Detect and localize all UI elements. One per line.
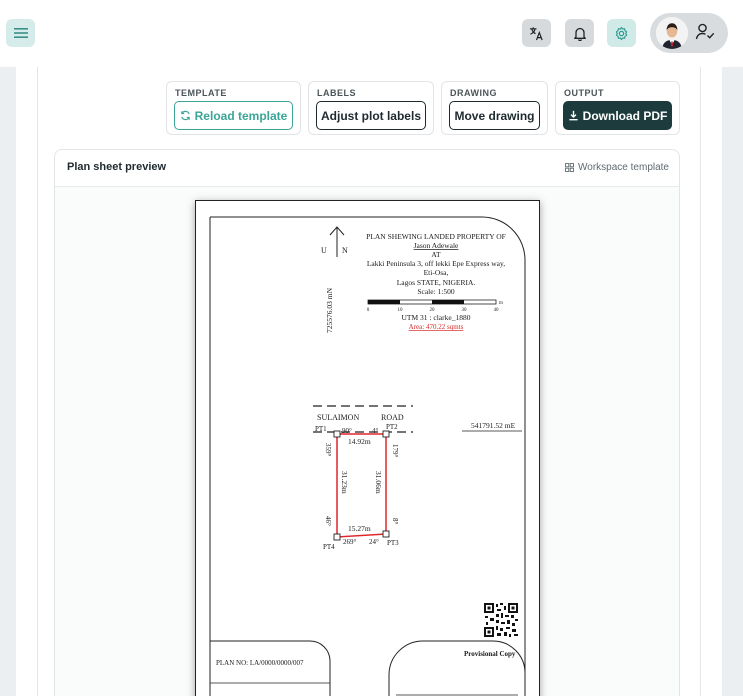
north-n: N <box>342 246 348 255</box>
refresh-icon <box>180 110 191 121</box>
download-pdf-label: Download PDF <box>582 108 668 123</box>
settings-button[interactable] <box>607 19 636 47</box>
easting-label: 541791.52 mE <box>471 421 516 430</box>
labels-group-label: LABELS <box>317 88 356 98</box>
reload-template-label: Reload template <box>194 108 288 123</box>
template-group: TEMPLATE Reload template <box>166 81 301 135</box>
title-line-scale: Scale: 1:500 <box>417 287 455 296</box>
utm-label: UTM 31 : clarke_1880 <box>402 313 471 322</box>
gear-icon <box>615 26 628 40</box>
scale-unit: m <box>499 301 503 306</box>
title-line-1: PLAN SHEWING LANDED PROPERTY OF <box>366 232 506 241</box>
provisional-copy-label: Provisional Copy <box>464 650 516 658</box>
output-group-label: OUTPUT <box>564 88 604 98</box>
right-gutter <box>722 67 743 696</box>
distance-bottom: 15.27m <box>348 524 371 533</box>
profile-menu[interactable] <box>650 13 728 53</box>
angle-pt2: 4° <box>372 427 379 435</box>
move-drawing-button[interactable]: Move drawing <box>449 101 540 130</box>
download-pdf-button[interactable]: Download PDF <box>563 101 672 130</box>
angle-pt4-side: 46° <box>324 516 332 526</box>
angle-pt1-side: 359° <box>324 443 332 457</box>
drawing-group-label: DRAWING <box>450 88 497 98</box>
move-drawing-label: Move drawing <box>454 108 535 123</box>
reload-template-button[interactable]: Reload template <box>174 101 293 130</box>
title-block: PLAN SHEWING LANDED PROPERTY OF Jason Ad… <box>366 232 506 296</box>
road-name-1: SULAIMON <box>317 413 359 422</box>
menu-button[interactable] <box>6 19 35 47</box>
download-icon <box>568 110 579 121</box>
road: SULAIMON ROAD <box>313 405 413 433</box>
title-line-state: Lagos STATE, NIGERIA. <box>397 278 476 287</box>
north-arrow: U N <box>321 226 348 257</box>
template-grid-icon <box>565 163 574 172</box>
angle-pt1: 90° <box>342 427 352 435</box>
card-title: Plan sheet preview <box>67 161 167 173</box>
angle-pt3: 24° <box>369 538 379 546</box>
road-name-2: ROAD <box>381 413 404 422</box>
notifications-button[interactable] <box>565 19 594 47</box>
top-bar <box>0 0 743 67</box>
owner-name: Jason Adewale <box>414 241 459 250</box>
point-label-pt4: PT4 <box>323 543 335 551</box>
workspace-template-tag: Workspace template <box>565 162 669 173</box>
scale-tick-40: 40 <box>494 308 500 313</box>
point-label-pt1: PT1 <box>315 425 327 433</box>
labels-group: LABELS Adjust plot labels <box>308 81 434 135</box>
qr-code <box>484 603 518 637</box>
angle-pt3-side: 8° <box>391 518 399 525</box>
adjust-plot-labels-button[interactable]: Adjust plot labels <box>316 101 426 130</box>
bell-icon <box>573 27 586 41</box>
plan-sheet[interactable]: U N 725576.03 mN PLAN SHEWING LANDED PRO… <box>195 200 540 696</box>
card-header: Plan sheet preview Workspace template <box>55 150 679 187</box>
sheet-border <box>209 216 526 696</box>
hamburger-icon <box>13 28 28 38</box>
translate-button[interactable] <box>522 19 551 47</box>
point-label-pt2: PT2 <box>386 423 398 431</box>
adjust-plot-labels-label: Adjust plot labels <box>320 108 421 123</box>
title-line-location: Lakki Peninsula 3, off lekki Epe Express… <box>367 259 505 268</box>
distance-left: 31.23m <box>340 471 349 494</box>
plan-number: PLAN NO: LA/0000/0000/007 <box>216 659 304 667</box>
title-line-lga: Eti-Osa, <box>424 268 449 277</box>
area-label: Area: 470.22 sqmts <box>409 323 464 331</box>
angle-pt2-side: 179° <box>391 444 399 458</box>
drawing-group: DRAWING Move drawing <box>441 81 548 135</box>
angle-pt4: 269° <box>343 538 357 546</box>
point-label-pt3: PT3 <box>387 539 399 547</box>
template-group-label: TEMPLATE <box>175 88 227 98</box>
user-check-icon <box>695 23 715 40</box>
scale-tick-0: 0 <box>367 308 370 313</box>
output-group: OUTPUT Download PDF <box>555 81 680 135</box>
distance-top: 14.92m <box>348 437 371 446</box>
title-line-at: AT <box>431 250 441 259</box>
north-u: U <box>321 246 327 255</box>
northing-label: 725576.03 mN <box>325 287 334 333</box>
left-gutter <box>0 67 16 696</box>
scale-bar: 0 10 20 30 40 m <box>367 299 503 313</box>
avatar <box>656 17 688 49</box>
distance-right: 31.06m <box>374 471 383 494</box>
plan-number-box <box>209 640 331 696</box>
translate-icon <box>529 26 543 40</box>
workspace-template-label: Workspace template <box>578 162 669 173</box>
